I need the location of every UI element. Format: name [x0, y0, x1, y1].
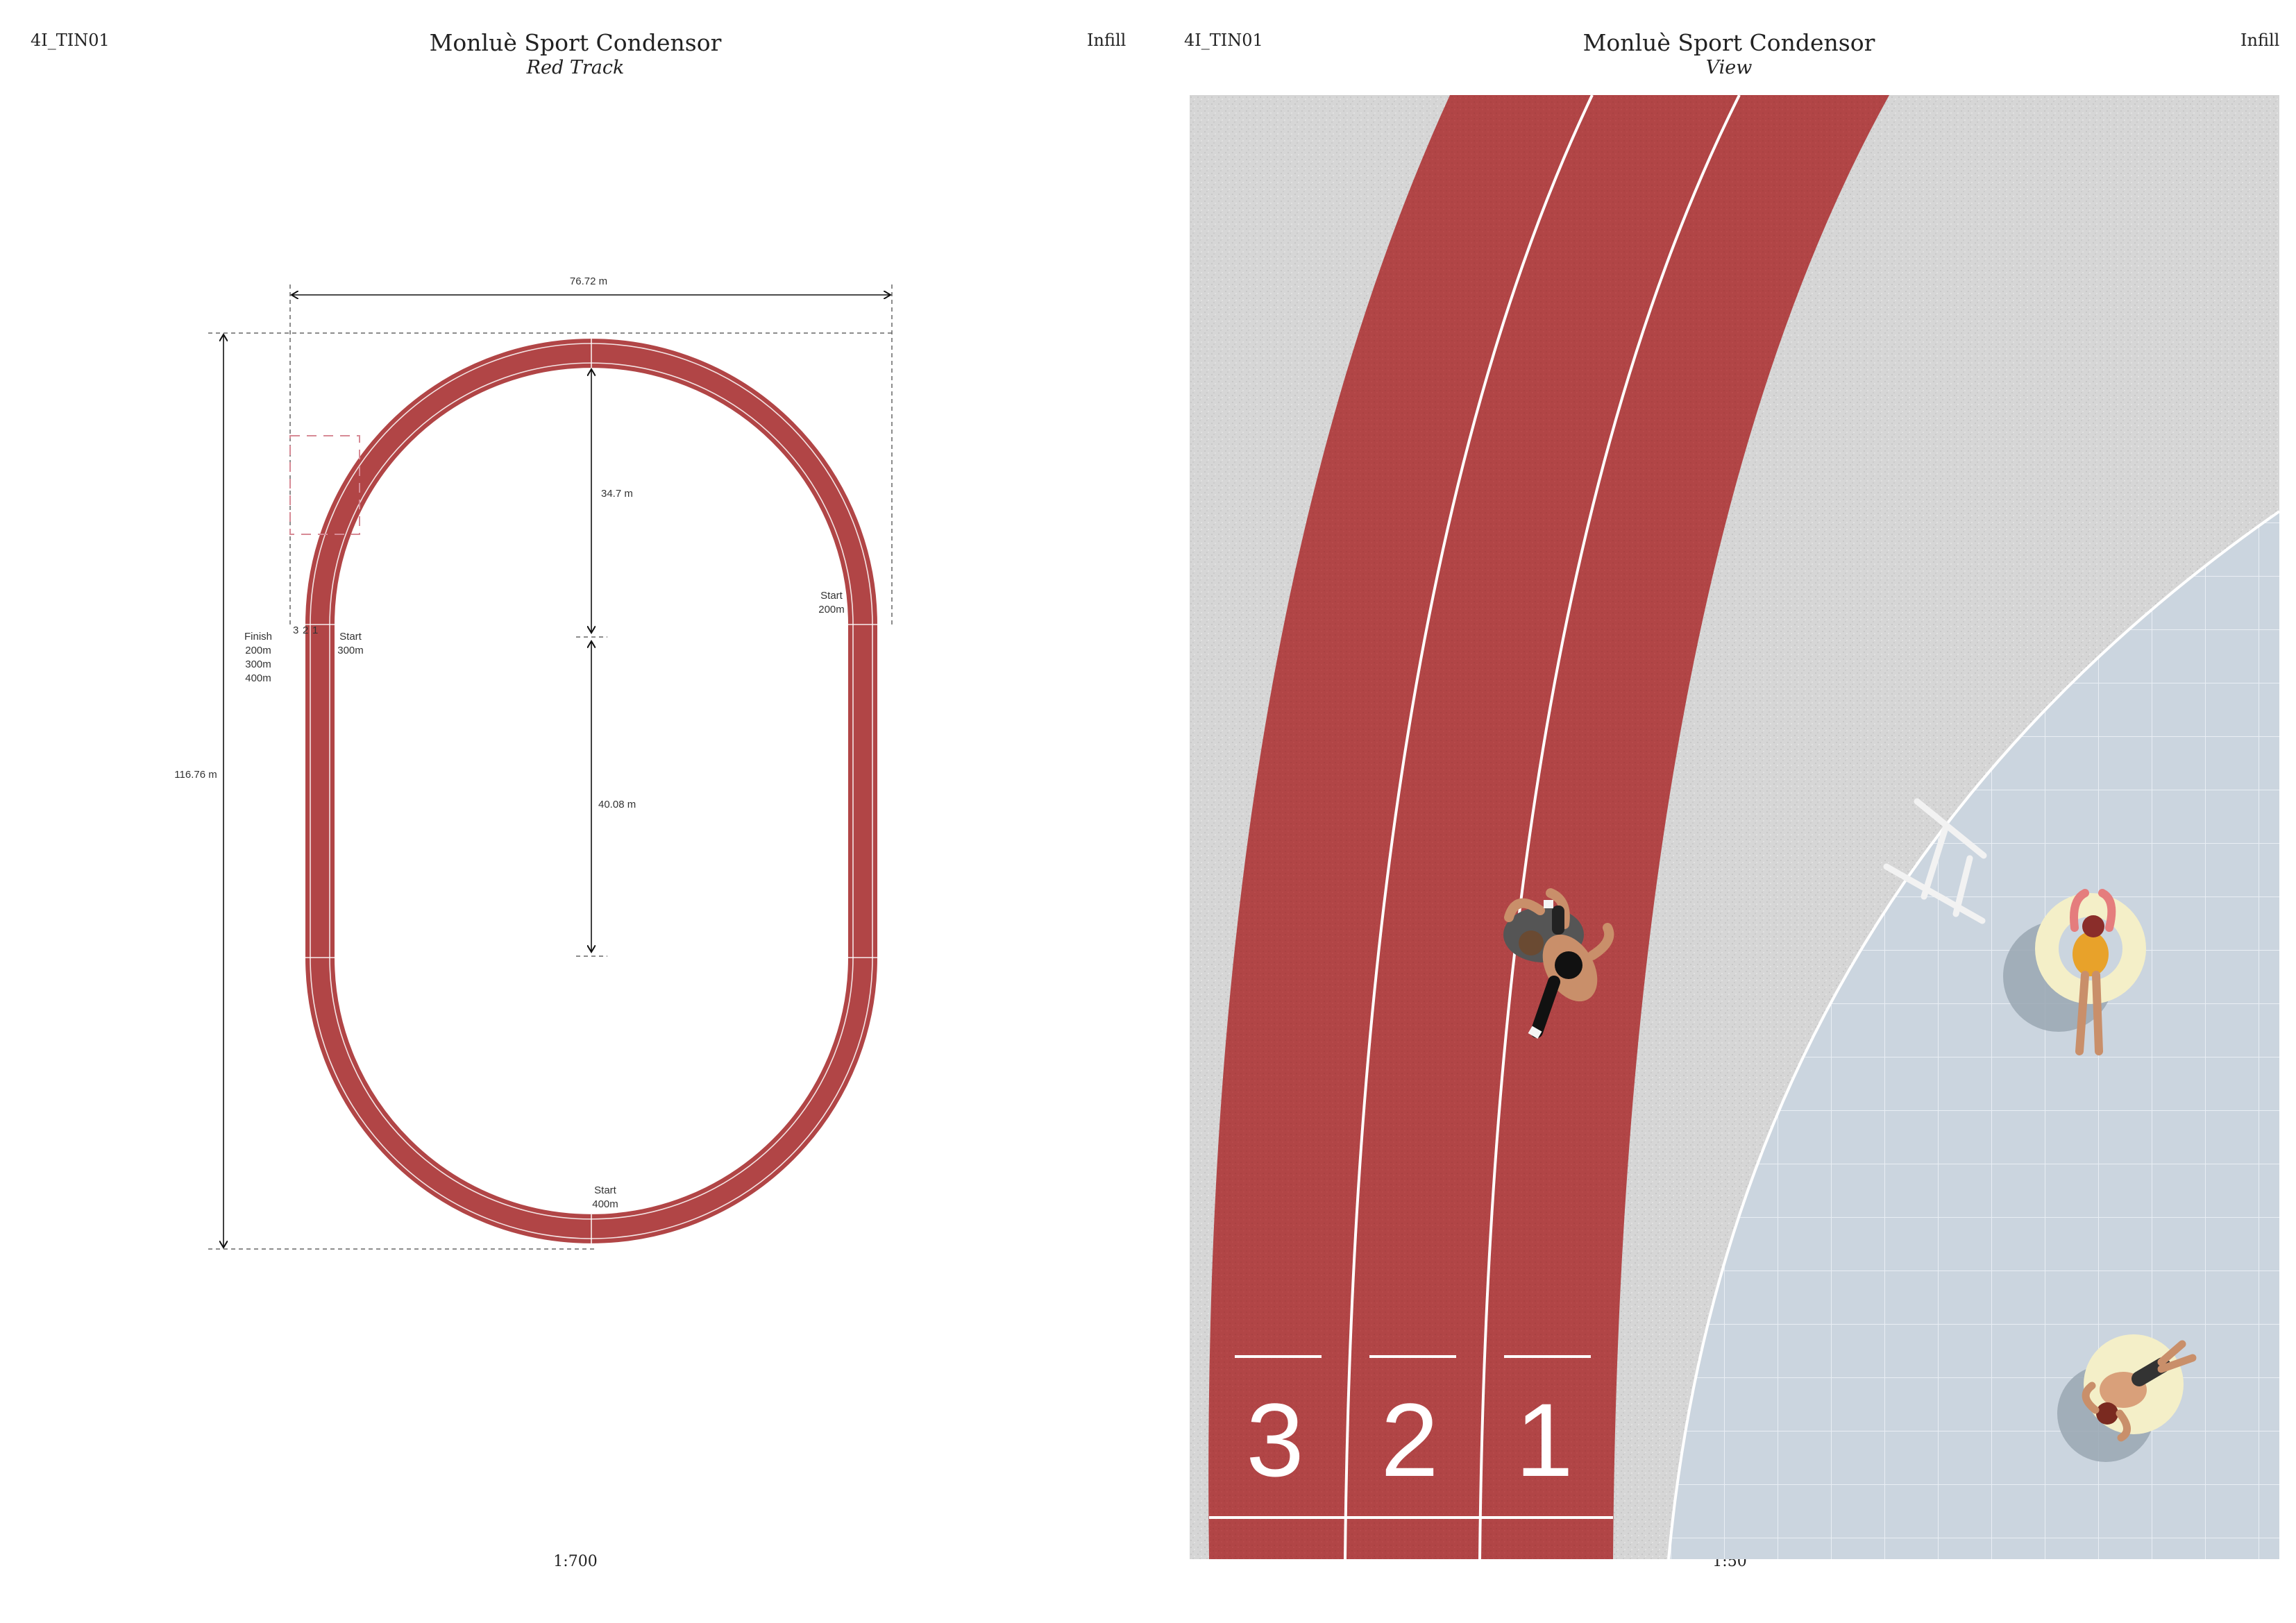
svg-text:Start: Start — [339, 631, 362, 643]
dim-radius-label: 34.7 m — [601, 488, 633, 500]
start-200-annotation: Start 200m — [818, 590, 845, 615]
lane-mark-3: 3 — [293, 624, 298, 636]
right-page-title: Monluè Sport Condensor — [1582, 29, 1875, 56]
right-drawing-code: 4I_TIN01 — [1184, 31, 1263, 50]
svg-text:Start: Start — [594, 1184, 617, 1196]
lane-mark-1: 1 — [312, 624, 318, 636]
svg-text:300m: 300m — [337, 645, 364, 656]
right-page-tag: Infill — [2240, 31, 2280, 50]
dim-straight-label: 40.08 m — [598, 799, 636, 810]
finish-annotation: Finish 200m 300m 400m — [244, 631, 272, 684]
dim-height-label: 116.76 m — [174, 769, 217, 781]
track-plan-drawing: 3 2 1 76.72 m 116.76 m 34.7 m 40.08 m Fi… — [174, 275, 893, 1250]
svg-text:Finish: Finish — [244, 631, 272, 643]
svg-text:Start: Start — [820, 590, 843, 602]
svg-text:400m: 400m — [245, 672, 271, 684]
lane-number-1: 1 — [1515, 1382, 1573, 1498]
svg-text:300m: 300m — [245, 658, 271, 670]
right-page-subtitle: View — [1705, 57, 1753, 78]
svg-text:200m: 200m — [818, 604, 845, 615]
lane-number-2: 2 — [1381, 1382, 1438, 1498]
svg-text:200m: 200m — [245, 645, 271, 656]
svg-text:400m: 400m — [592, 1198, 618, 1210]
dim-width-label: 76.72 m — [570, 275, 607, 287]
start-300-annotation: Start 300m — [337, 631, 364, 656]
lane-number-3: 3 — [1246, 1382, 1303, 1498]
start-400-annotation: Start 400m — [592, 1184, 618, 1210]
track-view-illustration: 3 2 1 — [1190, 95, 2279, 1559]
lane-mark-2: 2 — [303, 624, 308, 636]
